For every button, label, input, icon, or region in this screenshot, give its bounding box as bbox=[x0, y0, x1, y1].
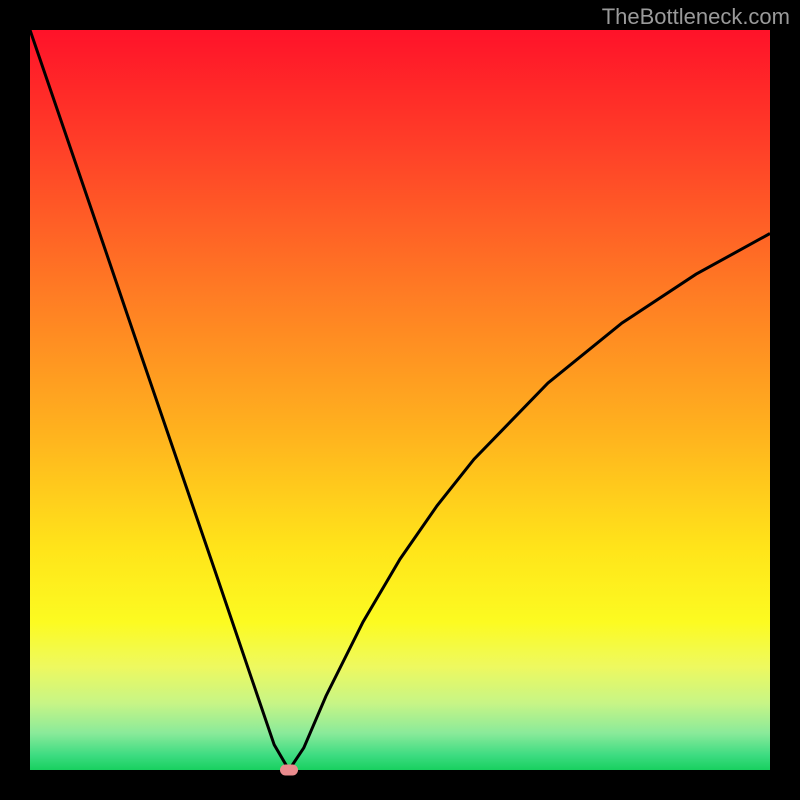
bottleneck-curve bbox=[30, 30, 770, 770]
optimal-point-marker bbox=[280, 765, 298, 776]
watermark-text: TheBottleneck.com bbox=[602, 4, 790, 30]
